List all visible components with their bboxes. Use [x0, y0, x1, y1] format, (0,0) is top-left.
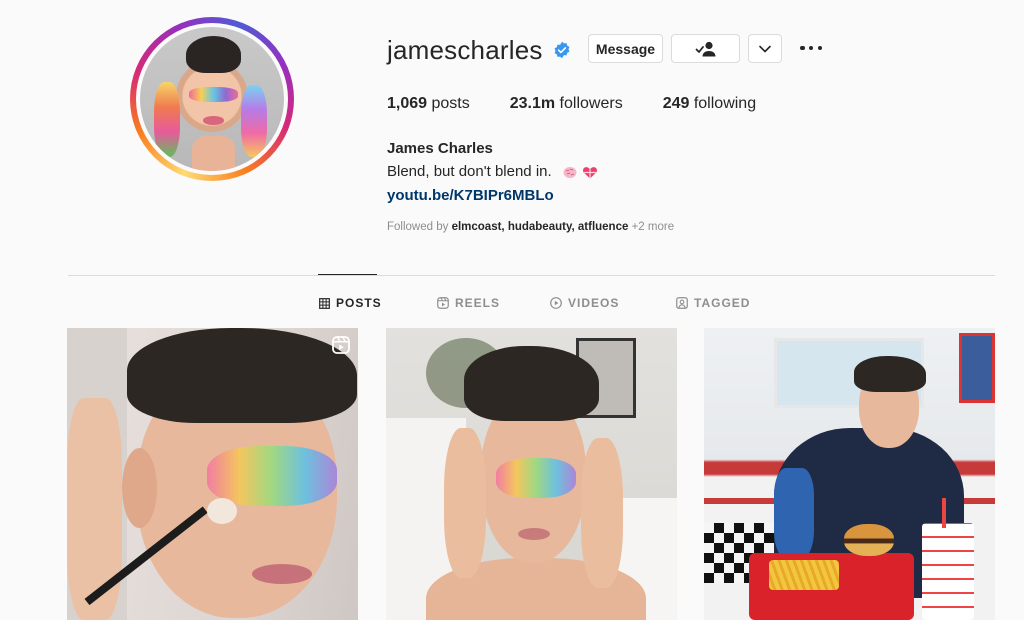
- following-count-value: 249: [662, 95, 690, 112]
- post-hair: [127, 328, 357, 423]
- avatar-right-hand: [240, 84, 267, 157]
- post-hand: [444, 428, 486, 578]
- reels-icon: [437, 297, 449, 309]
- post-hand: [581, 438, 623, 588]
- message-button-label: Message: [595, 40, 656, 57]
- tab-tagged-label: TAGGED: [694, 296, 751, 310]
- avatar-hair: [186, 35, 241, 74]
- avatar-lips: [203, 116, 224, 125]
- tab-reels[interactable]: REELS: [437, 296, 500, 310]
- tab-posts-label: POSTS: [336, 296, 382, 310]
- chevron-down-icon: [759, 45, 771, 52]
- post-hair: [854, 356, 926, 392]
- post-thumbnail[interactable]: [704, 328, 995, 620]
- post-eyeshadow: [496, 458, 576, 498]
- dot: [808, 45, 814, 51]
- avatar-inner: [136, 23, 288, 175]
- post-straw: [942, 498, 946, 528]
- active-tab-indicator: [318, 274, 377, 275]
- posts-count-label: posts: [427, 95, 470, 112]
- post-jacket-stripe: [774, 468, 814, 558]
- profile-tabs: POSTS REELS VIDEOS TAGGED: [0, 296, 1024, 310]
- profile-stats: 1,069 posts 23.1m followers 249 followin…: [387, 95, 796, 113]
- grid-icon: [319, 297, 330, 309]
- heart-gift-icon: [582, 166, 597, 178]
- bio-link[interactable]: youtu.be/K7BIPr6MBLo: [387, 187, 554, 204]
- verified-badge-icon: [554, 41, 570, 59]
- tab-videos[interactable]: VIDEOS: [550, 296, 619, 310]
- post-thumbnail[interactable]: [386, 328, 677, 620]
- user-check-icon: [695, 41, 715, 56]
- full-name: James Charles: [387, 140, 493, 157]
- tab-posts[interactable]: POSTS: [319, 296, 382, 310]
- dot: [800, 45, 805, 51]
- play-icon: [550, 297, 562, 309]
- reels-icon: [332, 336, 350, 354]
- followed-by[interactable]: Followed by elmcoast, hudabeauty, atflue…: [387, 221, 674, 233]
- followers-count[interactable]: 23.1m followers: [510, 95, 623, 113]
- following-count-label: following: [689, 95, 757, 112]
- username: jamescharles: [387, 34, 543, 65]
- post-thumbnail[interactable]: [67, 328, 358, 620]
- post-poster: [959, 333, 995, 403]
- dot: [817, 45, 822, 51]
- message-button[interactable]: Message: [588, 34, 663, 63]
- post-eyeshadow: [207, 446, 337, 506]
- tag-icon: [676, 297, 688, 309]
- tab-reels-label: REELS: [455, 296, 501, 310]
- avatar-neck: [191, 136, 236, 171]
- post-hair: [464, 346, 599, 421]
- followed-by-more: +2 more: [628, 221, 675, 233]
- post-brush-tip: [207, 498, 237, 524]
- posts-count-value: 1,069: [387, 95, 428, 112]
- following-button[interactable]: [671, 34, 740, 63]
- tab-videos-label: VIDEOS: [568, 296, 620, 310]
- avatar-left-hand: [154, 81, 181, 157]
- brain-icon: [563, 166, 577, 178]
- suggested-accounts-button[interactable]: [748, 34, 782, 63]
- followed-by-user[interactable]: hudabeauty: [508, 221, 572, 233]
- bio-text: Blend, but don't blend in.: [387, 163, 552, 180]
- post-hand: [67, 398, 122, 620]
- post-cup: [922, 523, 974, 620]
- post-ear: [122, 448, 157, 528]
- profile-avatar[interactable]: [130, 17, 294, 181]
- more-options-icon[interactable]: [800, 40, 822, 56]
- posts-count: 1,069 posts: [387, 95, 470, 113]
- avatar-eyeshadow: [188, 87, 238, 102]
- followed-by-user[interactable]: elmcoast: [452, 221, 502, 233]
- post-lips: [252, 564, 312, 584]
- bio: Blend, but don't blend in.: [387, 163, 598, 180]
- followers-count-label: followers: [555, 95, 623, 112]
- avatar-photo: [140, 27, 284, 171]
- followed-by-user[interactable]: atfluence: [578, 221, 629, 233]
- followed-by-prefix: Followed by: [387, 221, 452, 233]
- followers-count-value: 23.1m: [509, 95, 556, 112]
- profile-divider: [68, 275, 995, 276]
- tab-tagged[interactable]: TAGGED: [676, 296, 750, 310]
- following-count[interactable]: 249 following: [663, 95, 756, 113]
- post-fries: [769, 560, 839, 590]
- post-burger: [844, 524, 894, 556]
- post-lips: [518, 528, 550, 540]
- username-row: jamescharles: [387, 34, 571, 66]
